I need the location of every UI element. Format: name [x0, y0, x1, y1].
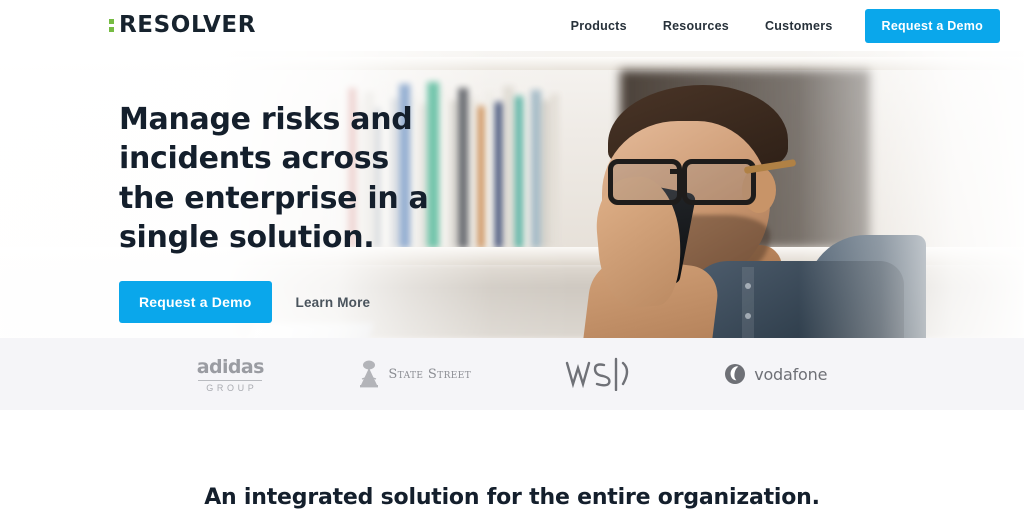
state-street-crest-icon	[360, 360, 379, 388]
section-heading: An integrated solution for the entire or…	[204, 484, 820, 510]
brand-name: RESOLVER	[119, 12, 257, 38]
learn-more-link[interactable]: Learn More	[296, 295, 371, 310]
site-header: RESOLVER Products Resources Customers Re…	[0, 0, 1024, 51]
vodafone-wordmark: vodafone	[754, 364, 828, 384]
hero-section: Manage risks and incidents across the en…	[0, 51, 1024, 338]
green-squares-icon	[109, 15, 114, 37]
client-logo-adidas: adidas GROUP	[196, 355, 265, 393]
client-logo-vodafone: vodafone	[724, 363, 827, 385]
client-logo-bar: adidas GROUP State Street vodafone	[0, 338, 1024, 410]
wsp-wordmark-icon	[565, 357, 628, 391]
main-navigation: Products Resources Customers Request a D…	[553, 8, 1000, 43]
hero-headline: Manage risks and incidents across the en…	[119, 102, 429, 255]
vodafone-speechmark-icon	[725, 364, 746, 384]
brand-logo[interactable]: RESOLVER	[109, 14, 256, 37]
state-street-wordmark: State Street	[388, 366, 472, 382]
adidas-wordmark: adidas	[196, 355, 265, 378]
integrated-solution-section: An integrated solution for the entire or…	[0, 410, 1024, 528]
nav-item-customers[interactable]: Customers	[747, 19, 851, 33]
request-demo-button-header[interactable]: Request a Demo	[864, 8, 1000, 43]
hero-cta-group: Request a Demo Learn More	[119, 281, 1024, 324]
nav-item-products[interactable]: Products	[553, 19, 645, 33]
nav-item-resources[interactable]: Resources	[645, 19, 747, 33]
client-logo-wsp	[565, 357, 631, 391]
client-logo-state-street: State Street	[357, 359, 471, 389]
adidas-rule	[198, 379, 263, 381]
request-demo-button-hero[interactable]: Request a Demo	[119, 281, 272, 324]
adidas-group-label: GROUP	[206, 382, 258, 393]
